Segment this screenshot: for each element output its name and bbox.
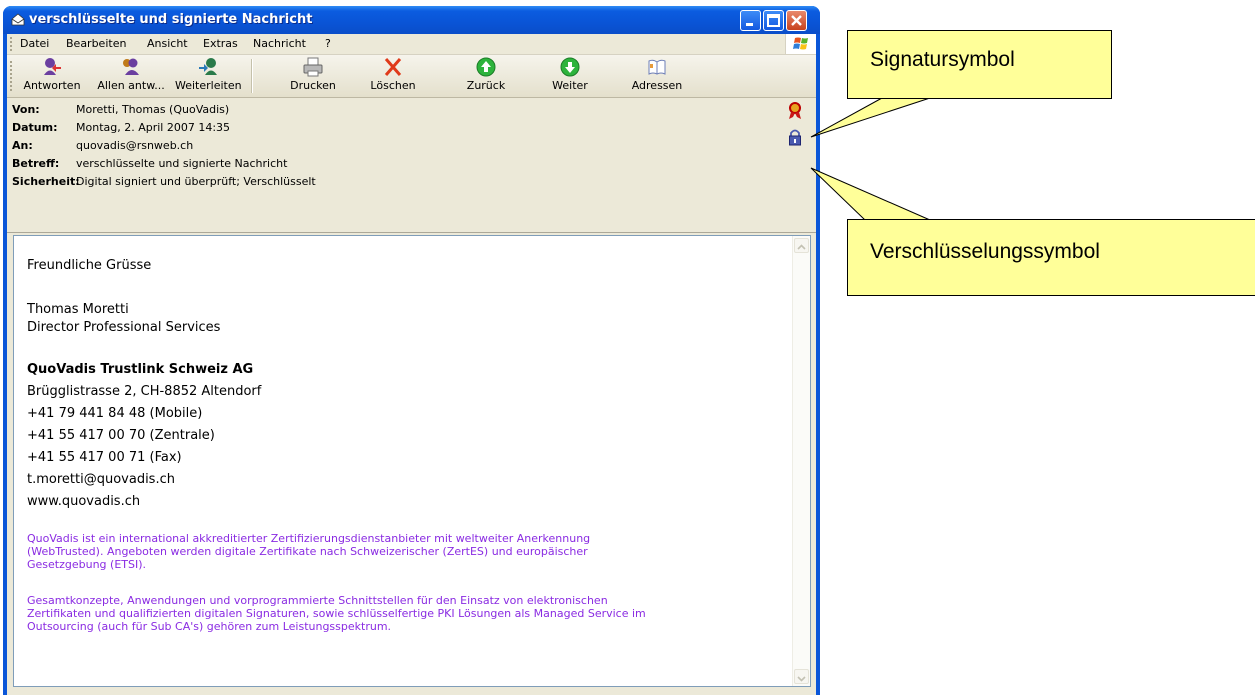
callout-pointers [810, 97, 931, 221]
signature-callout: Signatursymbol [847, 30, 1112, 99]
signature-callout-label: Signatursymbol [870, 48, 1015, 71]
encryption-callout: Verschlüsselungssymbol [847, 219, 1255, 296]
encryption-callout-label: Verschlüsselungssymbol [870, 240, 1100, 263]
